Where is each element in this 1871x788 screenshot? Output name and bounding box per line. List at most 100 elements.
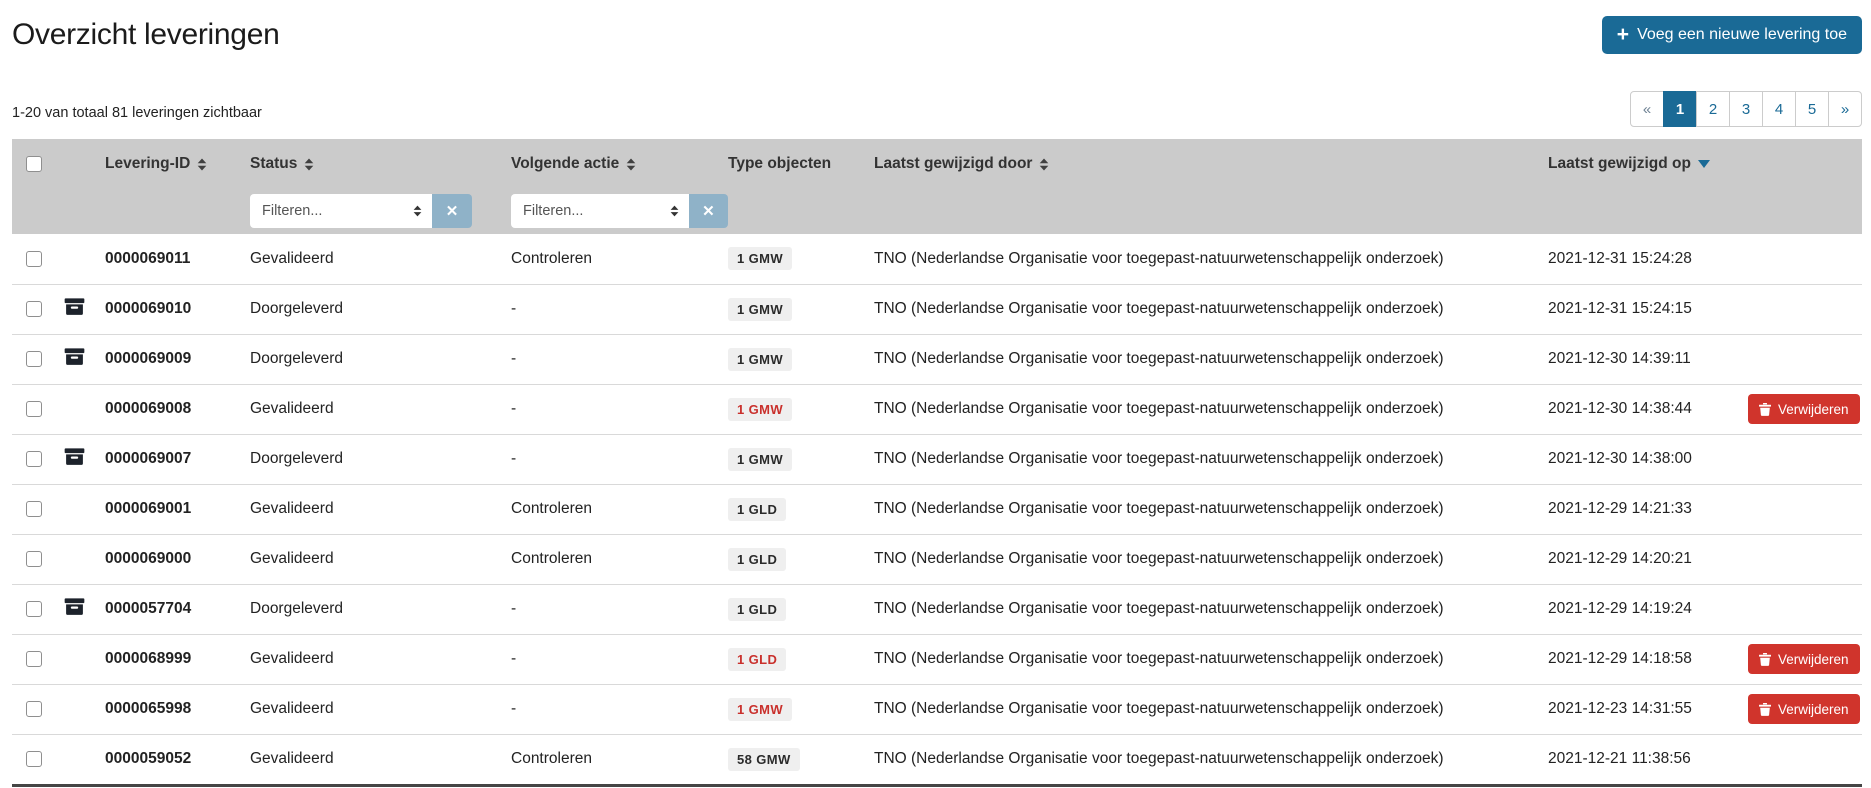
volgende-actie-value: - — [511, 600, 516, 617]
table-bottom-edge — [12, 784, 1862, 787]
laatst-gewijzigd-door-value: TNO (Nederlandse Organisatie voor toegep… — [874, 250, 1444, 267]
volgende-actie-filter-select[interactable]: Filteren... — [511, 194, 689, 228]
volgende-actie-filter-placeholder: Filteren... — [523, 203, 583, 219]
volgende-actie-filter-clear-button[interactable]: ✕ — [689, 194, 728, 228]
table-row: 0000069007 Doorgeleverd - 1 GMW TNO (Ned… — [12, 434, 1862, 484]
row-checkbox[interactable] — [26, 551, 42, 567]
status-filter-select[interactable]: Filteren... — [250, 194, 432, 228]
archive-icon — [64, 296, 85, 317]
row-checkbox[interactable] — [26, 251, 42, 267]
type-objecten-badge: 1 GMW — [728, 698, 792, 721]
sort-icon — [626, 158, 636, 171]
column-header-laatst-gewijzigd-door[interactable]: Laatst gewijzigd door — [874, 155, 1049, 173]
trash-icon — [1759, 403, 1771, 416]
meta-row: 1-20 van totaal 81 leveringen zichtbaar … — [12, 91, 1862, 127]
status-value: Gevalideerd — [250, 750, 334, 767]
levering-id: 0000069000 — [105, 550, 191, 567]
volgende-actie-value: - — [511, 650, 516, 667]
laatst-gewijzigd-op-value: 2021-12-29 14:21:33 — [1548, 500, 1692, 517]
status-value: Doorgeleverd — [250, 350, 343, 367]
delete-button-label: Verwijderen — [1778, 402, 1849, 417]
page: Overzicht leveringen + Voeg een nieuwe l… — [0, 0, 1871, 788]
archive-icon — [64, 446, 85, 467]
row-checkbox[interactable] — [26, 401, 42, 417]
laatst-gewijzigd-op-value: 2021-12-21 11:38:56 — [1548, 750, 1691, 767]
laatst-gewijzigd-door-value: TNO (Nederlandse Organisatie voor toegep… — [874, 650, 1444, 667]
levering-id: 0000069007 — [105, 450, 191, 467]
sort-icon — [197, 158, 207, 171]
levering-id: 0000069011 — [105, 250, 190, 267]
table-row: 0000065998 Gevalideerd - 1 GMW TNO (Nede… — [12, 684, 1862, 734]
pagination-page-3[interactable]: 3 — [1729, 91, 1763, 127]
delete-button[interactable]: Verwijderen — [1748, 694, 1860, 724]
row-checkbox[interactable] — [26, 751, 42, 767]
volgende-actie-value: Controleren — [511, 750, 592, 767]
column-header-type-objecten: Type objecten — [728, 155, 831, 173]
laatst-gewijzigd-op-value: 2021-12-29 14:19:24 — [1548, 600, 1692, 617]
type-objecten-badge: 1 GMW — [728, 398, 792, 421]
volgende-actie-value: Controleren — [511, 500, 592, 517]
laatst-gewijzigd-op-value: 2021-12-31 15:24:28 — [1548, 250, 1692, 267]
delete-button[interactable]: Verwijderen — [1748, 644, 1860, 674]
laatst-gewijzigd-op-value: 2021-12-31 15:24:15 — [1548, 300, 1692, 317]
type-objecten-badge: 1 GLD — [728, 548, 786, 571]
select-all-checkbox[interactable] — [26, 156, 42, 172]
row-checkbox[interactable] — [26, 451, 42, 467]
table-row: 0000057704 Doorgeleverd - 1 GLD TNO (Ned… — [12, 584, 1862, 634]
type-objecten-badge: 1 GLD — [728, 498, 786, 521]
column-header-status[interactable]: Status — [250, 155, 314, 173]
row-checkbox[interactable] — [26, 501, 42, 517]
status-filter-clear-button[interactable]: ✕ — [432, 194, 472, 228]
laatst-gewijzigd-door-value: TNO (Nederlandse Organisatie voor toegep… — [874, 500, 1444, 517]
add-levering-button-label: Voeg een nieuwe levering toe — [1637, 26, 1847, 44]
type-objecten-badge: 1 GLD — [728, 648, 786, 671]
volgende-actie-value: - — [511, 300, 516, 317]
row-checkbox[interactable] — [26, 351, 42, 367]
row-checkbox[interactable] — [26, 301, 42, 317]
status-value: Gevalideerd — [250, 550, 334, 567]
levering-id: 0000069009 — [105, 350, 191, 367]
laatst-gewijzigd-op-value: 2021-12-30 14:39:11 — [1548, 350, 1691, 367]
volgende-actie-value: Controleren — [511, 250, 592, 267]
levering-id: 0000069008 — [105, 400, 191, 417]
delete-button-label: Verwijderen — [1778, 702, 1849, 717]
column-header-levering-id[interactable]: Levering-ID — [105, 155, 207, 173]
table-row: 0000069011 Gevalideerd Controleren 1 GMW… — [12, 234, 1862, 284]
row-checkbox[interactable] — [26, 651, 42, 667]
column-header-laatst-gewijzigd-op[interactable]: Laatst gewijzigd op — [1548, 155, 1710, 173]
pagination-prev[interactable]: « — [1630, 91, 1664, 127]
table-body: 0000069011 Gevalideerd Controleren 1 GMW… — [12, 234, 1862, 784]
pagination-page-1[interactable]: 1 — [1663, 91, 1697, 127]
status-value: Gevalideerd — [250, 250, 334, 267]
pagination-next[interactable]: » — [1828, 91, 1862, 127]
volgende-actie-filter: Filteren... ✕ — [511, 194, 728, 228]
table-row: 0000059052 Gevalideerd Controleren 58 GM… — [12, 734, 1862, 784]
delete-button[interactable]: Verwijderen — [1748, 394, 1860, 424]
table-row: 0000069010 Doorgeleverd - 1 GMW TNO (Ned… — [12, 284, 1862, 334]
leveringen-table: Levering-ID Status Volgende actie Type o… — [12, 139, 1862, 784]
laatst-gewijzigd-door-value: TNO (Nederlandse Organisatie voor toegep… — [874, 550, 1444, 567]
pagination-page-2[interactable]: 2 — [1696, 91, 1730, 127]
volgende-actie-value: Controleren — [511, 550, 592, 567]
row-checkbox[interactable] — [26, 701, 42, 717]
laatst-gewijzigd-door-value: TNO (Nederlandse Organisatie voor toegep… — [874, 600, 1444, 617]
column-header-volgende-actie[interactable]: Volgende actie — [511, 155, 636, 173]
type-objecten-badge: 1 GMW — [728, 448, 792, 471]
levering-id: 0000069010 — [105, 300, 191, 317]
pagination-page-5[interactable]: 5 — [1795, 91, 1829, 127]
levering-id: 0000069001 — [105, 500, 191, 517]
sort-icon — [1039, 158, 1049, 171]
archive-icon — [64, 596, 85, 617]
status-filter: Filteren... ✕ — [250, 194, 511, 228]
trash-icon — [1759, 653, 1771, 666]
type-objecten-badge: 1 GLD — [728, 598, 786, 621]
archive-icon — [64, 346, 85, 367]
table-row: 0000069000 Gevalideerd Controleren 1 GLD… — [12, 534, 1862, 584]
pagination-page-4[interactable]: 4 — [1762, 91, 1796, 127]
add-levering-button[interactable]: + Voeg een nieuwe levering toe — [1602, 16, 1862, 54]
sort-desc-icon — [1698, 160, 1710, 168]
laatst-gewijzigd-op-value: 2021-12-30 14:38:00 — [1548, 450, 1692, 467]
laatst-gewijzigd-op-value: 2021-12-29 14:18:58 — [1548, 650, 1692, 667]
levering-id: 0000059052 — [105, 750, 191, 767]
row-checkbox[interactable] — [26, 601, 42, 617]
